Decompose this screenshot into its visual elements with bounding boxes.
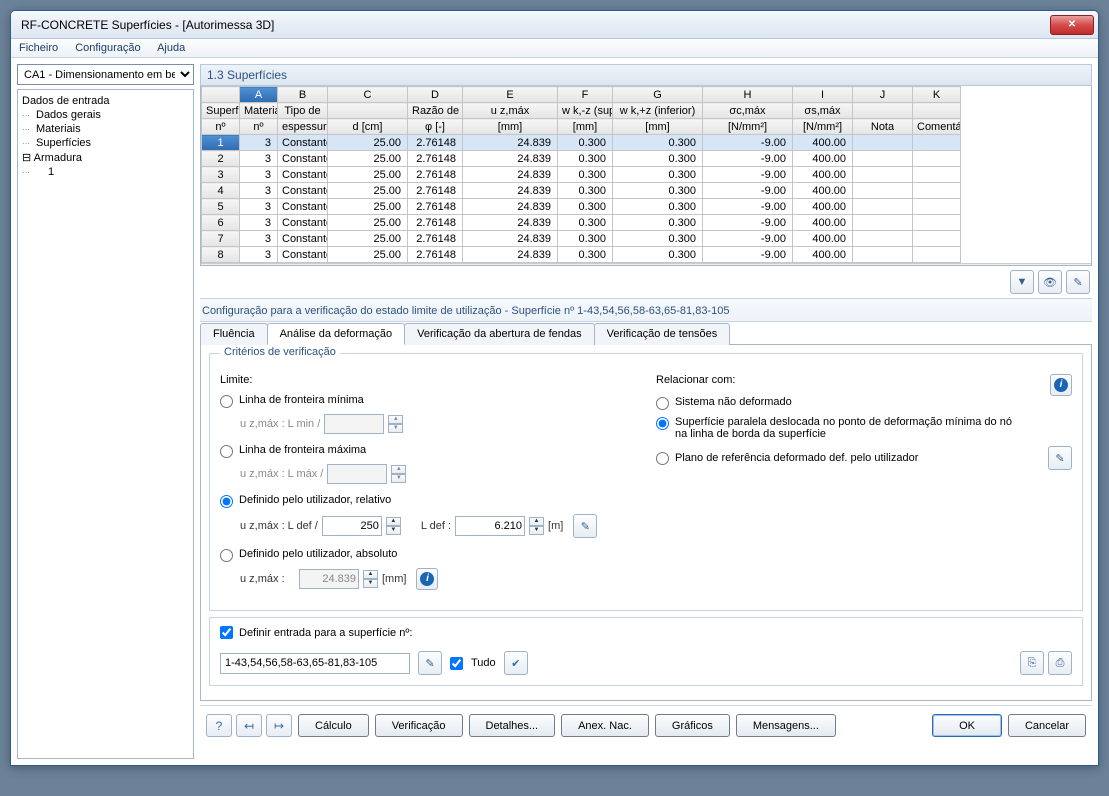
radio-definido-absoluto[interactable] bbox=[220, 549, 233, 562]
pick-icon[interactable]: ✎ bbox=[1066, 270, 1090, 294]
input-lmin bbox=[324, 414, 384, 434]
input-ldef-value[interactable] bbox=[455, 516, 525, 536]
label-limite: Limite: bbox=[220, 374, 636, 386]
menu-help[interactable]: Ajuda bbox=[157, 42, 185, 54]
menu-config[interactable]: Configuração bbox=[75, 42, 140, 54]
info-button-relacionar[interactable]: i bbox=[1050, 374, 1072, 396]
verificacao-button[interactable]: Verificação bbox=[375, 714, 463, 737]
tree-item-materiais[interactable]: Materiais bbox=[20, 122, 191, 136]
help-icon[interactable]: ? bbox=[206, 714, 232, 737]
graficos-button[interactable]: Gráficos bbox=[655, 714, 730, 737]
pick-length-icon[interactable]: ✎ bbox=[573, 514, 597, 538]
label-relacionar: Relacionar com: bbox=[656, 374, 735, 386]
window-title: RF-CONCRETE Superfícies - [Autorimessa 3… bbox=[21, 18, 274, 32]
next-icon[interactable]: ↦ bbox=[266, 714, 292, 737]
tree-item-superficies[interactable]: Superfícies bbox=[20, 136, 191, 150]
radio-superficie-paralela[interactable] bbox=[656, 417, 669, 430]
section-title: 1.3 Superfícies bbox=[200, 64, 1092, 86]
input-surface-list[interactable] bbox=[220, 653, 410, 674]
titlebar[interactable]: RF-CONCRETE Superfícies - [Autorimessa 3… bbox=[11, 11, 1098, 39]
paste-settings-icon[interactable]: ⎙ bbox=[1048, 651, 1072, 675]
data-table[interactable]: ABCDEFGHIJKSuperf.MaterialTipo deRazão d… bbox=[200, 86, 1092, 266]
dialog-window: RF-CONCRETE Superfícies - [Autorimessa 3… bbox=[10, 10, 1099, 766]
close-button[interactable]: ✕ bbox=[1050, 15, 1094, 35]
calculo-button[interactable]: Cálculo bbox=[298, 714, 369, 737]
config-title: Configuração para a verificação do estad… bbox=[200, 298, 1092, 322]
case-selector[interactable]: CA1 - Dimensionamento em bet bbox=[17, 64, 194, 85]
anex-nac-button[interactable]: Anex. Nac. bbox=[561, 714, 649, 737]
input-uzmax-abs bbox=[299, 569, 359, 589]
copy-settings-icon[interactable]: ⎘ bbox=[1020, 651, 1044, 675]
tree-item-dados-gerais[interactable]: Dados gerais bbox=[20, 108, 191, 122]
check-tudo[interactable] bbox=[450, 657, 463, 670]
menubar: Ficheiro Configuração Ajuda bbox=[11, 39, 1098, 58]
tab-fendas[interactable]: Verificação da abertura de fendas bbox=[404, 323, 595, 345]
input-lmax bbox=[327, 464, 387, 484]
pick-plane-icon[interactable]: ✎ bbox=[1048, 446, 1072, 470]
horizontal-scrollbar[interactable] bbox=[201, 263, 1091, 266]
tab-analise[interactable]: Análise da deformação bbox=[267, 323, 406, 345]
radio-fronteira-maxima[interactable] bbox=[220, 445, 233, 458]
tab-fluencia[interactable]: Fluência bbox=[200, 323, 268, 345]
tree-armadura[interactable]: ⊟ Armadura bbox=[20, 150, 191, 165]
eye-icon[interactable]: 👁 bbox=[1038, 270, 1062, 294]
radio-sistema-nao-deformado[interactable] bbox=[656, 397, 669, 410]
tree-armadura-1[interactable]: 1 bbox=[20, 165, 191, 179]
menu-file[interactable]: Ficheiro bbox=[19, 42, 58, 54]
mensagens-button[interactable]: Mensagens... bbox=[736, 714, 836, 737]
fieldset-title: Critérios de verificação bbox=[220, 346, 340, 358]
cancelar-button[interactable]: Cancelar bbox=[1008, 714, 1086, 737]
detalhes-button[interactable]: Detalhes... bbox=[469, 714, 556, 737]
prev-icon[interactable]: ↤ bbox=[236, 714, 262, 737]
check-definir-entrada[interactable] bbox=[220, 626, 233, 639]
radio-plano-referencia[interactable] bbox=[656, 452, 669, 465]
navigation-tree: Dados de entrada Dados gerais Materiais … bbox=[17, 89, 194, 759]
tabs: Fluência Análise da deformação Verificaç… bbox=[200, 322, 1092, 345]
apply-check-icon[interactable]: ✔ bbox=[504, 651, 528, 675]
pick-surfaces-icon[interactable]: ✎ bbox=[418, 651, 442, 675]
filter-icon[interactable]: ▼ bbox=[1010, 270, 1034, 294]
tree-root[interactable]: Dados de entrada bbox=[20, 94, 191, 108]
ok-button[interactable]: OK bbox=[932, 714, 1002, 737]
input-ldef-ratio[interactable] bbox=[322, 516, 382, 536]
tab-tensoes[interactable]: Verificação de tensões bbox=[594, 323, 731, 345]
radio-definido-relativo[interactable] bbox=[220, 495, 233, 508]
radio-fronteira-minima[interactable] bbox=[220, 395, 233, 408]
info-button-abs[interactable]: i bbox=[416, 568, 438, 590]
